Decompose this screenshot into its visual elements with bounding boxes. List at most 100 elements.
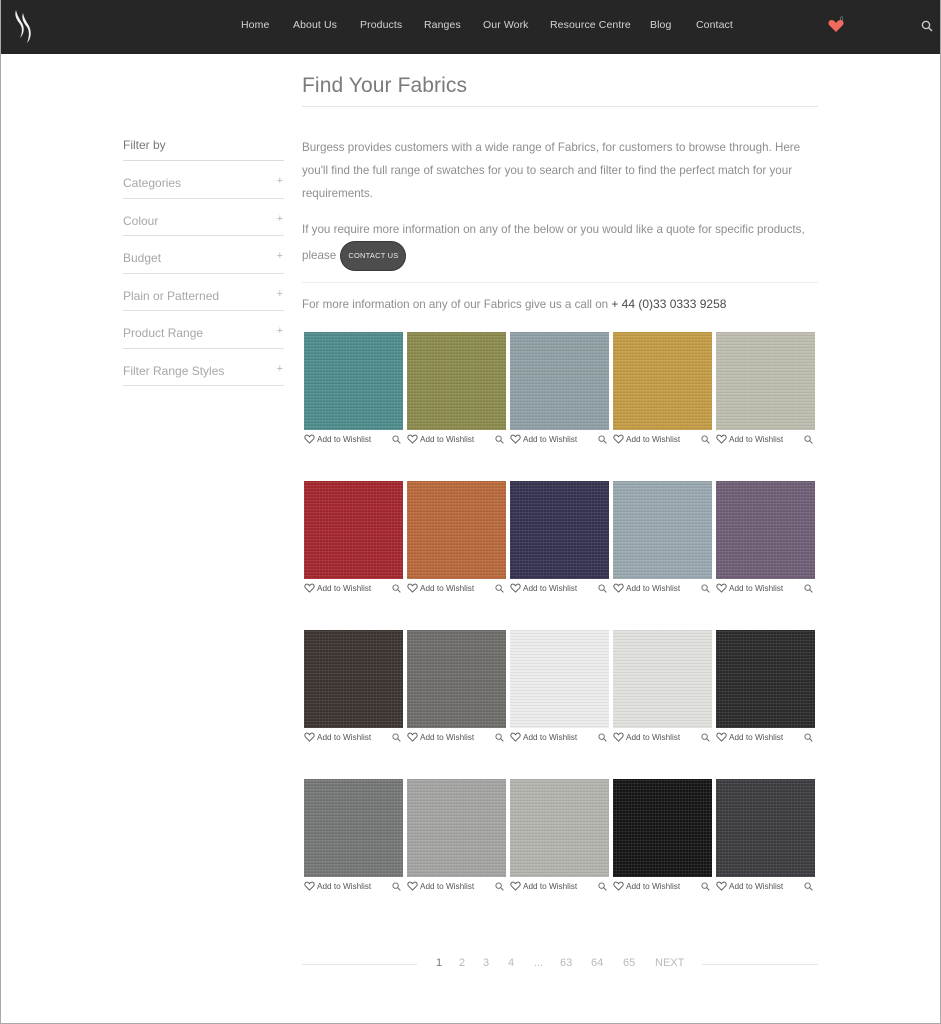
add-to-wishlist-button[interactable]: Add to Wishlist: [716, 583, 783, 593]
magnify-icon[interactable]: [495, 435, 504, 444]
fabric-swatch-image[interactable]: [304, 779, 403, 877]
nav-about-us[interactable]: About Us: [293, 19, 337, 31]
add-to-wishlist-label: Add to Wishlist: [729, 434, 784, 444]
magnify-icon[interactable]: [701, 882, 710, 891]
fabric-swatch-image[interactable]: [613, 332, 712, 430]
fabric-swatch-image[interactable]: [304, 630, 403, 728]
expand-plus-icon[interactable]: +: [277, 288, 283, 300]
filter-heading: Filter by: [123, 135, 284, 161]
add-to-wishlist-button[interactable]: Add to Wishlist: [407, 881, 474, 891]
filter-product-range[interactable]: Product Range +: [123, 311, 284, 349]
search-icon[interactable]: [921, 20, 933, 32]
fabric-swatch-image[interactable]: [510, 630, 609, 728]
fabric-swatch-image[interactable]: [613, 630, 712, 728]
filter-categories[interactable]: Categories +: [123, 161, 284, 199]
add-to-wishlist-button[interactable]: Add to Wishlist: [613, 732, 680, 742]
nav-blog[interactable]: Blog: [650, 19, 671, 31]
magnify-icon[interactable]: [392, 882, 401, 891]
magnify-icon[interactable]: [701, 733, 710, 742]
next-page-link[interactable]: NEXT: [655, 957, 684, 969]
add-to-wishlist-button[interactable]: Add to Wishlist: [304, 732, 371, 742]
page-63-link[interactable]: 63: [560, 957, 572, 969]
fabric-card: Add to Wishlist: [510, 630, 609, 750]
expand-plus-icon[interactable]: +: [277, 250, 283, 262]
add-to-wishlist-button[interactable]: Add to Wishlist: [613, 881, 680, 891]
fabric-swatch-image[interactable]: [304, 481, 403, 579]
heart-outline-icon: [304, 434, 315, 444]
magnify-icon[interactable]: [392, 435, 401, 444]
magnify-icon[interactable]: [804, 584, 813, 593]
magnify-icon[interactable]: [804, 882, 813, 891]
magnify-icon[interactable]: [392, 733, 401, 742]
fabric-card: Add to Wishlist: [510, 481, 609, 601]
add-to-wishlist-button[interactable]: Add to Wishlist: [304, 434, 371, 444]
add-to-wishlist-button[interactable]: Add to Wishlist: [510, 881, 577, 891]
expand-plus-icon[interactable]: +: [277, 363, 283, 375]
add-to-wishlist-button[interactable]: Add to Wishlist: [510, 732, 577, 742]
magnify-icon[interactable]: [495, 733, 504, 742]
fabric-card: Add to Wishlist: [407, 630, 506, 750]
fabric-swatch-image[interactable]: [510, 779, 609, 877]
fabric-swatch-image[interactable]: [716, 481, 815, 579]
add-to-wishlist-button[interactable]: Add to Wishlist: [613, 583, 680, 593]
add-to-wishlist-button[interactable]: Add to Wishlist: [510, 583, 577, 593]
add-to-wishlist-button[interactable]: Add to Wishlist: [304, 881, 371, 891]
nav-resource-centre[interactable]: Resource Centre: [550, 19, 631, 31]
add-to-wishlist-button[interactable]: Add to Wishlist: [407, 583, 474, 593]
page-65-link[interactable]: 65: [623, 957, 635, 969]
expand-plus-icon[interactable]: +: [277, 175, 283, 187]
add-to-wishlist-button[interactable]: Add to Wishlist: [304, 583, 371, 593]
phone-number-link[interactable]: + 44 (0)33 0333 9258: [611, 297, 726, 311]
expand-plus-icon[interactable]: +: [277, 325, 283, 337]
page-64-link[interactable]: 64: [591, 957, 603, 969]
page-1-link[interactable]: 1: [436, 957, 442, 969]
fabric-swatch-image[interactable]: [510, 481, 609, 579]
nav-contact[interactable]: Contact: [696, 19, 733, 31]
filter-range-styles[interactable]: Filter Range Styles +: [123, 349, 284, 386]
fabric-swatch-image[interactable]: [716, 630, 815, 728]
fabric-swatch-image[interactable]: [407, 481, 506, 579]
filter-colour[interactable]: Colour +: [123, 199, 284, 236]
nav-our-work[interactable]: Our Work: [483, 19, 529, 31]
add-to-wishlist-button[interactable]: Add to Wishlist: [407, 732, 474, 742]
add-to-wishlist-label: Add to Wishlist: [317, 583, 372, 593]
magnify-icon[interactable]: [495, 584, 504, 593]
fabric-swatch-image[interactable]: [613, 779, 712, 877]
add-to-wishlist-button[interactable]: Add to Wishlist: [510, 434, 577, 444]
magnify-icon[interactable]: [701, 435, 710, 444]
magnify-icon[interactable]: [701, 584, 710, 593]
nav-products[interactable]: Products: [360, 19, 402, 31]
fabric-swatch-image[interactable]: [716, 332, 815, 430]
filter-budget[interactable]: Budget +: [123, 236, 284, 274]
nav-ranges[interactable]: Ranges: [424, 19, 461, 31]
fabric-swatch-image[interactable]: [716, 779, 815, 877]
magnify-icon[interactable]: [392, 584, 401, 593]
fabric-swatch-image[interactable]: [613, 481, 712, 579]
filter-plain-or-patterned[interactable]: Plain or Patterned +: [123, 274, 284, 311]
fabric-swatch-image[interactable]: [407, 779, 506, 877]
add-to-wishlist-button[interactable]: Add to Wishlist: [407, 434, 474, 444]
page-3-link[interactable]: 3: [483, 957, 489, 969]
magnify-icon[interactable]: [598, 435, 607, 444]
magnify-icon[interactable]: [598, 584, 607, 593]
magnify-icon[interactable]: [804, 733, 813, 742]
magnify-icon[interactable]: [598, 733, 607, 742]
magnify-icon[interactable]: [598, 882, 607, 891]
add-to-wishlist-button[interactable]: Add to Wishlist: [716, 732, 783, 742]
fabric-swatch-image[interactable]: [407, 332, 506, 430]
fabric-swatch-image[interactable]: [407, 630, 506, 728]
add-to-wishlist-button[interactable]: Add to Wishlist: [716, 434, 783, 444]
magnify-icon[interactable]: [804, 435, 813, 444]
page-2-link[interactable]: 2: [459, 957, 465, 969]
contact-us-button[interactable]: CONTACT US: [341, 242, 406, 271]
card-actions: Add to Wishlist: [613, 430, 712, 452]
page-4-link[interactable]: 4: [508, 957, 514, 969]
fabric-swatch-image[interactable]: [304, 332, 403, 430]
expand-plus-icon[interactable]: +: [277, 213, 283, 225]
add-to-wishlist-button[interactable]: Add to Wishlist: [716, 881, 783, 891]
nav-home[interactable]: Home: [241, 19, 269, 31]
magnify-icon[interactable]: [495, 882, 504, 891]
add-to-wishlist-button[interactable]: Add to Wishlist: [613, 434, 680, 444]
fabric-swatch-image[interactable]: [510, 332, 609, 430]
heart-outline-icon: [716, 583, 727, 593]
